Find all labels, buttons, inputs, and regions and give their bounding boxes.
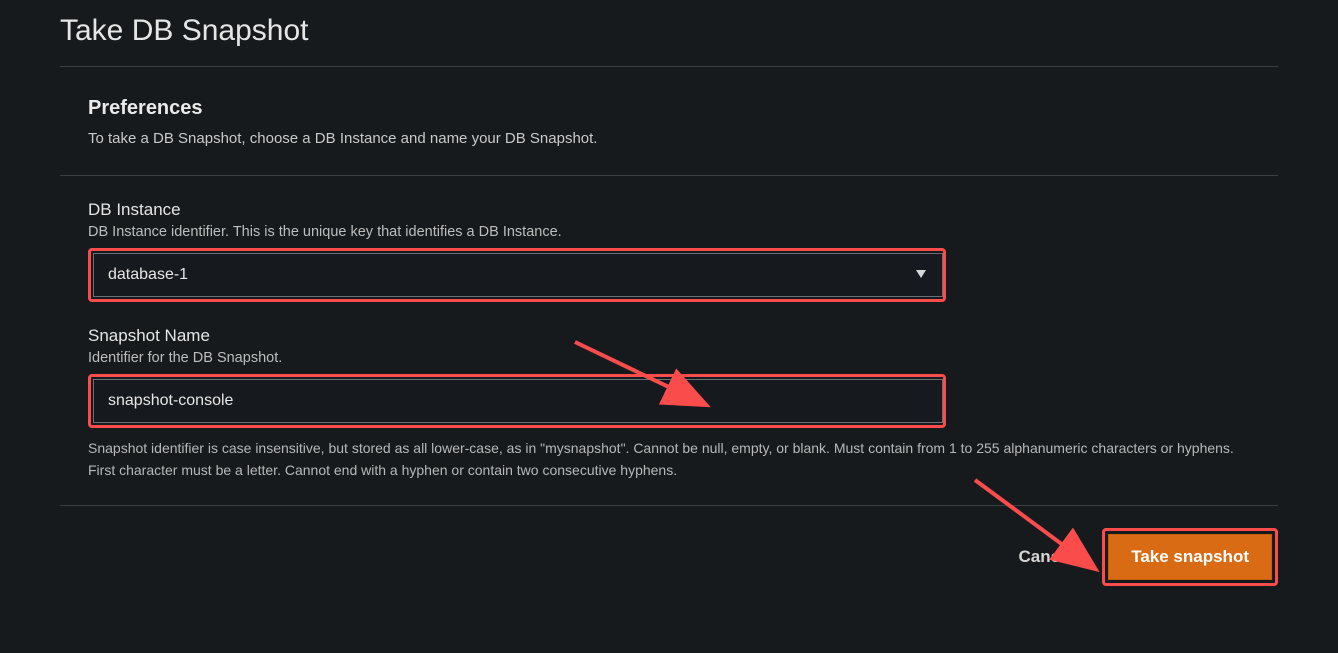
annotation-highlight: Take snapshot	[1102, 528, 1278, 586]
cancel-button[interactable]: Cancel	[1012, 537, 1080, 577]
db-instance-select[interactable]	[93, 253, 943, 297]
footer-actions: Cancel Take snapshot	[0, 506, 1338, 586]
snapshot-name-helper: Snapshot identifier is case insensitive,…	[88, 438, 1250, 481]
db-instance-sublabel: DB Instance identifier. This is the uniq…	[88, 224, 1250, 240]
form-panel: DB Instance DB Instance identifier. This…	[60, 176, 1278, 506]
db-instance-select-value[interactable]	[93, 253, 943, 297]
page-title: Take DB Snapshot	[0, 0, 1338, 66]
snapshot-name-field: Snapshot Name Identifier for the DB Snap…	[88, 326, 1250, 481]
annotation-highlight	[88, 248, 946, 302]
preferences-description: To take a DB Snapshot, choose a DB Insta…	[88, 130, 1250, 147]
snapshot-name-sublabel: Identifier for the DB Snapshot.	[88, 350, 1250, 366]
take-snapshot-button[interactable]: Take snapshot	[1108, 534, 1272, 580]
annotation-highlight	[88, 374, 946, 428]
snapshot-name-input[interactable]	[93, 379, 943, 423]
preferences-heading: Preferences	[88, 97, 1250, 120]
snapshot-name-label: Snapshot Name	[88, 326, 1250, 346]
preferences-panel: Preferences To take a DB Snapshot, choos…	[60, 67, 1278, 176]
db-instance-label: DB Instance	[88, 200, 1250, 220]
db-instance-field: DB Instance DB Instance identifier. This…	[88, 200, 1250, 302]
